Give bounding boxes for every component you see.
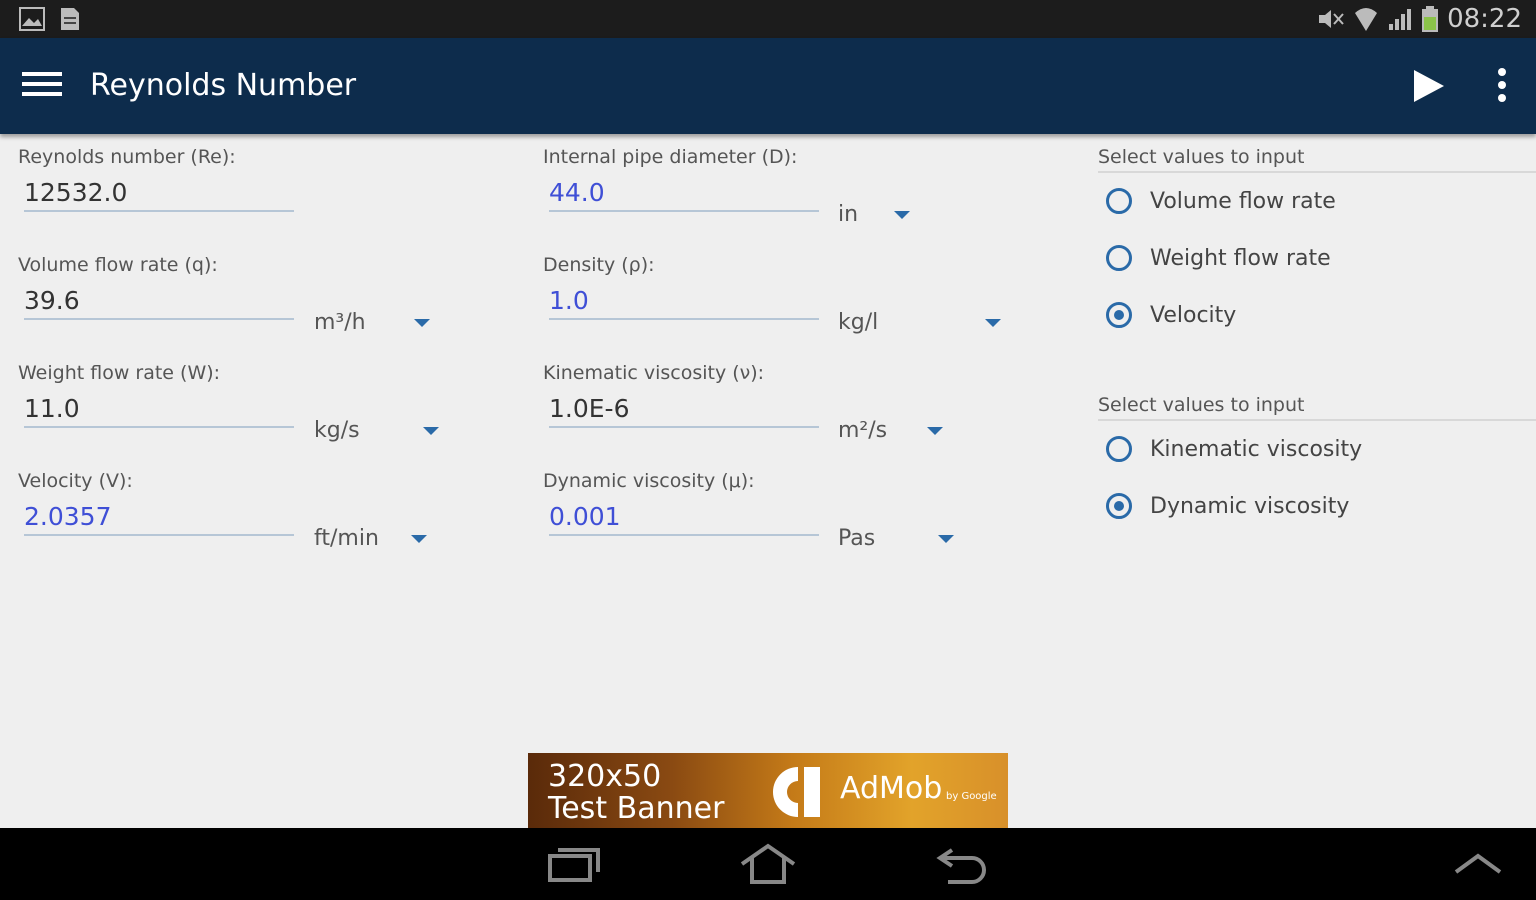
mute-icon bbox=[1319, 10, 1344, 28]
play-icon[interactable] bbox=[1408, 66, 1448, 106]
radio-label: Weight flow rate bbox=[1150, 245, 1331, 271]
reynolds-input[interactable] bbox=[24, 174, 294, 212]
chevron-down-icon[interactable] bbox=[985, 319, 1001, 327]
density-input[interactable] bbox=[549, 282, 819, 320]
diameter-input[interactable] bbox=[549, 174, 819, 212]
diameter-unit-select[interactable]: in bbox=[838, 202, 858, 227]
ad-by: by Google bbox=[946, 791, 997, 802]
radio-label: Kinematic viscosity bbox=[1150, 436, 1363, 462]
volume-flow-unit-select[interactable]: m³/h bbox=[314, 310, 366, 335]
ad-brand: AdMob bbox=[840, 771, 943, 806]
document-icon bbox=[61, 8, 79, 30]
kinematic-input[interactable] bbox=[549, 390, 819, 428]
chevron-down-icon[interactable] bbox=[411, 535, 427, 543]
radio-label: Dynamic viscosity bbox=[1150, 493, 1350, 519]
nav-bar bbox=[0, 828, 1536, 900]
signal-icon bbox=[1389, 9, 1412, 30]
dynamic-input[interactable] bbox=[549, 498, 819, 536]
velocity-unit-select[interactable]: ft/min bbox=[314, 526, 379, 551]
app-bar: Reynolds Number bbox=[0, 38, 1536, 134]
radio-label: Velocity bbox=[1150, 302, 1237, 328]
radio-button-checked[interactable] bbox=[1106, 493, 1132, 519]
chevron-down-icon[interactable] bbox=[414, 319, 430, 327]
radio-kinematic[interactable]: Kinematic viscosity bbox=[1106, 436, 1362, 462]
radio-velocity[interactable]: Velocity bbox=[1106, 302, 1236, 328]
volume-flow-unit: m³/h bbox=[314, 310, 366, 335]
diameter-unit: in bbox=[838, 202, 859, 227]
status-right: 08:22 bbox=[1317, 4, 1522, 34]
volume-flow-input[interactable] bbox=[24, 282, 294, 320]
back-icon[interactable] bbox=[934, 842, 994, 886]
chevron-down-icon[interactable] bbox=[894, 211, 910, 219]
density-unit-select[interactable]: kg/l bbox=[838, 310, 878, 335]
ad-size-text: 320x50 bbox=[548, 759, 662, 794]
volume-flow-label: Volume flow rate (q): bbox=[18, 254, 218, 276]
kinematic-label: Kinematic viscosity (ν): bbox=[543, 362, 765, 384]
radio-button[interactable] bbox=[1106, 245, 1132, 271]
velocity-label: Velocity (V): bbox=[18, 470, 133, 492]
weight-flow-label: Weight flow rate (W): bbox=[18, 362, 221, 384]
ad-test-text: Test Banner bbox=[548, 791, 725, 826]
status-bar: 08:22 bbox=[0, 0, 1536, 38]
wifi-icon bbox=[1355, 8, 1378, 31]
menu-icon[interactable] bbox=[22, 72, 62, 100]
gallery-icon bbox=[19, 7, 45, 31]
radio-weight-flow[interactable]: Weight flow rate bbox=[1106, 245, 1331, 271]
density-label: Density (ρ): bbox=[543, 254, 655, 276]
weight-flow-unit-select[interactable]: kg/s bbox=[314, 418, 360, 443]
home-icon[interactable] bbox=[738, 842, 798, 886]
weight-flow-input[interactable] bbox=[24, 390, 294, 428]
status-left-icons bbox=[18, 6, 84, 32]
battery-icon bbox=[1422, 6, 1439, 32]
kinematic-unit-select[interactable]: m²/s bbox=[838, 418, 887, 443]
radio-volume-flow[interactable]: Volume flow rate bbox=[1106, 188, 1336, 214]
radio-button[interactable] bbox=[1106, 436, 1132, 462]
density-unit: kg/l bbox=[838, 310, 879, 335]
overflow-icon[interactable] bbox=[1492, 68, 1512, 108]
chevron-down-icon[interactable] bbox=[938, 535, 954, 543]
weight-flow-unit: kg/s bbox=[314, 418, 360, 443]
velocity-input[interactable] bbox=[24, 498, 294, 536]
chevron-down-icon[interactable] bbox=[423, 427, 439, 435]
ad-banner[interactable]: 320x50 Test Banner AdMob by Google bbox=[528, 753, 1008, 828]
radio-button-checked[interactable] bbox=[1106, 302, 1132, 328]
chevron-up-icon[interactable] bbox=[1448, 842, 1508, 886]
dynamic-unit-select[interactable]: Pas bbox=[838, 526, 875, 551]
diameter-label: Internal pipe diameter (D): bbox=[543, 146, 798, 168]
input-group-1-header: Select values to input bbox=[1098, 146, 1536, 173]
dynamic-unit: Pas bbox=[838, 526, 876, 551]
radio-button[interactable] bbox=[1106, 188, 1132, 214]
velocity-unit: ft/min bbox=[314, 526, 379, 551]
app-title: Reynolds Number bbox=[90, 68, 357, 103]
admob-logo-icon bbox=[772, 767, 820, 817]
radio-dynamic[interactable]: Dynamic viscosity bbox=[1106, 493, 1349, 519]
kinematic-unit: m²/s bbox=[838, 418, 888, 443]
reynolds-label: Reynolds number (Re): bbox=[18, 146, 236, 168]
input-group-2-header: Select values to input bbox=[1098, 394, 1536, 421]
status-clock: 08:22 bbox=[1447, 4, 1522, 34]
chevron-down-icon[interactable] bbox=[927, 427, 943, 435]
radio-label: Volume flow rate bbox=[1150, 188, 1336, 214]
recent-apps-icon[interactable] bbox=[544, 842, 604, 886]
dynamic-label: Dynamic viscosity (μ): bbox=[543, 470, 755, 492]
